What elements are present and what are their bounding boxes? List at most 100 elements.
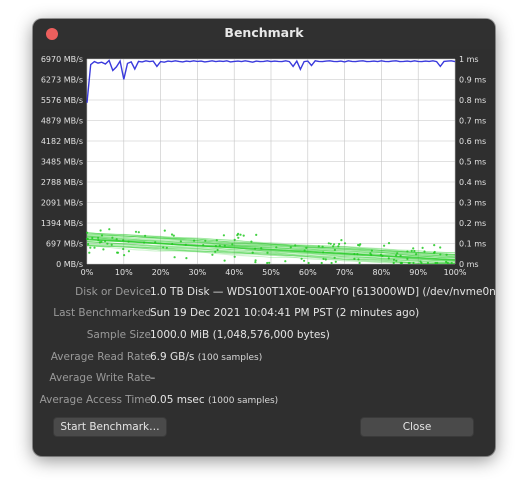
access-time-point bbox=[185, 257, 188, 260]
close-button[interactable]: Close bbox=[360, 417, 474, 437]
y-left-tick-label: 5576 MB/s bbox=[41, 96, 83, 105]
access-time-point bbox=[343, 242, 347, 245]
avg-write-value: – bbox=[150, 372, 156, 384]
access-time-point bbox=[122, 239, 125, 242]
access-time-point bbox=[239, 233, 242, 236]
avg-read-samples: (100 samples) bbox=[197, 353, 263, 363]
access-time-point bbox=[379, 253, 382, 256]
y-left-tick-label: 6970 MB/s bbox=[41, 55, 83, 64]
access-time-point bbox=[97, 236, 100, 239]
y-right-tick-label: 0.5 ms bbox=[459, 158, 486, 167]
access-time-point bbox=[134, 230, 138, 233]
access-time-point bbox=[412, 247, 415, 250]
avg-access-time: 0.05 msec bbox=[150, 394, 205, 406]
access-time-point bbox=[223, 244, 226, 247]
access-time-point bbox=[410, 249, 413, 252]
access-time-point bbox=[333, 248, 336, 251]
y-right-tick-label: 1 ms bbox=[459, 55, 479, 64]
x-tick-label: 70% bbox=[336, 268, 354, 277]
access-time-point bbox=[171, 242, 174, 246]
access-time-point bbox=[423, 250, 426, 253]
avg-access-label: Average Access Time bbox=[39, 394, 151, 406]
access-time-point bbox=[333, 243, 336, 246]
access-time-point bbox=[392, 258, 396, 261]
access-time-point bbox=[420, 261, 423, 265]
access-time-point bbox=[260, 247, 263, 250]
access-time-point bbox=[179, 240, 182, 243]
access-time-point bbox=[275, 246, 278, 249]
y-left-tick-label: 4182 MB/s bbox=[41, 137, 83, 146]
y-right-tick-label: 0.7 ms bbox=[459, 117, 486, 126]
access-time-point bbox=[395, 259, 398, 262]
access-time-point bbox=[413, 249, 416, 253]
access-time-point bbox=[353, 257, 356, 260]
avg-write-label: Average Write Rate bbox=[49, 372, 151, 384]
access-time-point bbox=[223, 259, 226, 262]
access-time-point bbox=[215, 239, 218, 242]
access-time-point bbox=[242, 234, 245, 237]
sample-size-value: 1000.0 MiB (1,048,576,000 bytes) bbox=[150, 329, 330, 341]
access-time-point bbox=[340, 239, 343, 242]
access-time-point bbox=[123, 254, 126, 257]
avg-access-value: 0.05 msec (1000 samples) bbox=[150, 393, 278, 408]
access-time-point bbox=[433, 251, 436, 254]
x-tick-label: 60% bbox=[299, 268, 317, 277]
disk-value: 1.0 TB Disk — WDS100T1X0E-00AFY0 [613000… bbox=[150, 286, 495, 298]
access-time-point bbox=[98, 241, 101, 244]
access-time-point bbox=[322, 257, 325, 260]
access-time-point bbox=[333, 256, 336, 259]
x-tick-label: 90% bbox=[409, 268, 427, 277]
access-time-point bbox=[329, 242, 332, 245]
access-time-point bbox=[251, 251, 254, 254]
access-time-point bbox=[204, 239, 207, 242]
access-time-point bbox=[102, 248, 105, 251]
access-time-point bbox=[173, 256, 176, 259]
access-time-point bbox=[254, 247, 257, 250]
y-right-tick-label: 0.4 ms bbox=[459, 178, 486, 187]
access-time-point bbox=[108, 228, 111, 231]
access-time-point bbox=[332, 245, 335, 248]
x-tick-label: 50% bbox=[262, 268, 280, 277]
y-left-tick-label: 0 MB/s bbox=[56, 260, 83, 269]
last-benchmarked-label: Last Benchmarked bbox=[53, 307, 151, 319]
access-time-point bbox=[356, 253, 359, 256]
access-time-point bbox=[202, 244, 205, 247]
access-time-point bbox=[111, 236, 114, 239]
access-time-point bbox=[127, 250, 130, 253]
access-time-point bbox=[395, 254, 398, 257]
y-left-tick-label: 2788 MB/s bbox=[41, 178, 83, 187]
avg-access-samples: (1000 samples) bbox=[208, 396, 279, 406]
access-time-point bbox=[387, 257, 390, 260]
access-time-point bbox=[426, 261, 429, 265]
access-time-point bbox=[99, 229, 102, 232]
access-time-point bbox=[100, 234, 104, 237]
x-tick-label: 30% bbox=[189, 268, 207, 277]
access-time-point bbox=[211, 253, 214, 256]
access-time-point bbox=[154, 241, 157, 244]
access-time-point bbox=[237, 236, 240, 239]
access-time-point bbox=[250, 240, 253, 243]
y-left-tick-label: 1394 MB/s bbox=[41, 219, 83, 228]
access-time-point bbox=[254, 259, 257, 262]
y-right-tick-label: 0.2 ms bbox=[459, 219, 486, 228]
access-time-point bbox=[266, 251, 269, 254]
access-time-point bbox=[317, 245, 320, 248]
x-tick-label: 10% bbox=[115, 268, 133, 277]
access-time-point bbox=[91, 236, 94, 240]
access-time-point bbox=[115, 238, 118, 241]
access-time-point bbox=[421, 246, 424, 249]
access-time-point bbox=[439, 246, 442, 249]
avg-read-label: Average Read Rate bbox=[50, 351, 151, 363]
access-time-point bbox=[89, 246, 92, 249]
start-benchmark-button[interactable]: Start Benchmark… bbox=[53, 417, 167, 437]
access-time-point bbox=[303, 259, 306, 262]
sample-size-label: Sample Size bbox=[86, 329, 151, 341]
y-left-tick-label: 697 MB/s bbox=[46, 240, 83, 249]
x-tick-label: 0% bbox=[81, 268, 94, 277]
access-time-point bbox=[445, 260, 448, 263]
access-time-point bbox=[86, 231, 89, 234]
avg-read-rate: 6.9 GB/s bbox=[150, 351, 195, 363]
access-time-point bbox=[303, 249, 306, 252]
access-time-point bbox=[137, 231, 140, 234]
access-time-point bbox=[407, 261, 410, 265]
